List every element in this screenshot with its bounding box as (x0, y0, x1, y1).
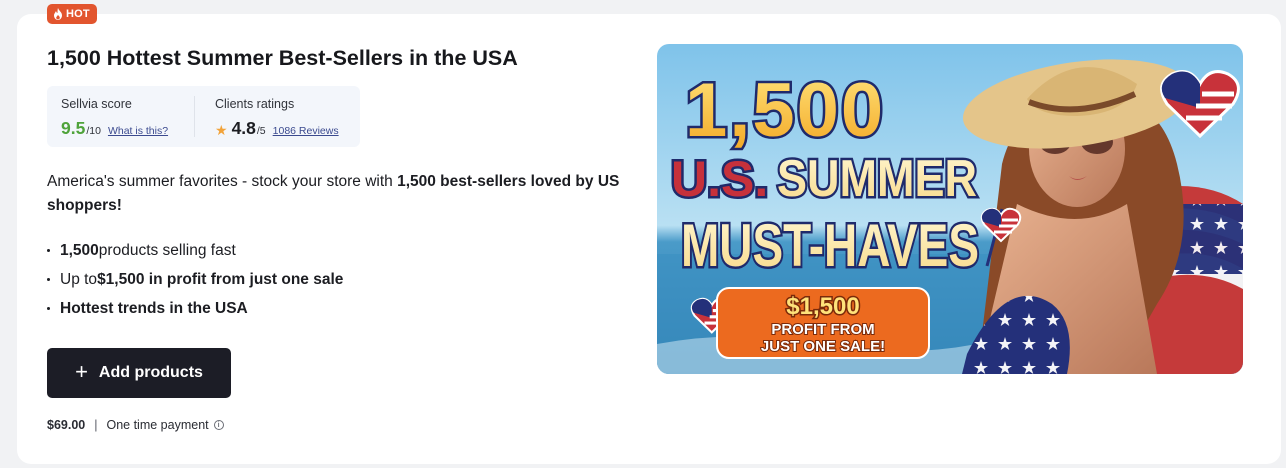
payment-type: One time payment (106, 418, 209, 432)
promo-headline-must-haves: MUST-HAVES (681, 212, 979, 279)
add-products-label: Add products (98, 364, 203, 381)
add-products-button[interactable]: + Add products (47, 348, 231, 398)
bullet-dot (47, 307, 50, 310)
bullet-bold: 1,500 (60, 242, 99, 259)
client-ratings: Clients ratings ★ 4.8 /5 1086 Reviews (195, 86, 339, 147)
price-separator: | (94, 418, 98, 432)
score-box: Sellvia score 9.5 /10 What is this? Clie… (47, 86, 360, 147)
product-title: 1,500 Hottest Summer Best-Sellers in the… (47, 46, 518, 70)
star-icon: ★ (215, 122, 228, 138)
plus-icon: + (75, 359, 88, 384)
fire-icon (54, 8, 62, 20)
sellvia-score-label: Sellvia score (61, 97, 132, 111)
product-description: America's summer favorites - stock your … (47, 170, 637, 218)
sellvia-score-denominator: /10 (86, 125, 101, 137)
info-icon[interactable]: i (213, 420, 224, 430)
ratings-denominator: /5 (256, 125, 266, 137)
pricing-row: $69.00 | One time payment i (47, 418, 224, 432)
ratings-value: 4.8 (231, 118, 256, 138)
bullet-dot (47, 249, 50, 252)
price: $69.00 (47, 418, 86, 432)
bullet-bold: $1,500 in profit from just one sale (97, 271, 344, 288)
reviews-link[interactable]: 1086 Reviews (273, 125, 339, 137)
promo-badge-amount: $1,500 (786, 293, 859, 320)
bullet-dot (47, 278, 50, 281)
list-item: Up to $1,500 in profit from just one sal… (47, 265, 343, 294)
sellvia-score: Sellvia score 9.5 /10 What is this? (47, 96, 195, 138)
bullet-bold: Hottest trends in the USA (60, 300, 248, 317)
bullet-text: Up to (60, 271, 98, 288)
promo-headline-us: U.S. (671, 151, 768, 207)
what-is-this-link[interactable]: What is this? (108, 125, 168, 137)
client-ratings-label: Clients ratings (215, 97, 295, 111)
promo-banner-graphic: 1,500 U.S. SUMMER MUST-HAVES $1,500 PROF… (657, 44, 1243, 374)
description-text: America's summer favorites - stock your … (47, 173, 398, 190)
promo-headline-summer: SUMMER (777, 150, 977, 208)
promo-badge-line-2: PROFIT FROM (771, 321, 874, 338)
sellvia-score-value: 9.5 (61, 118, 86, 138)
bullet-text: products selling fast (98, 242, 236, 259)
feature-list: 1,500 products selling fast Up to $1,500… (47, 236, 343, 323)
promo-badge-line-3: JUST ONE SALE! (761, 338, 885, 355)
list-item: 1,500 products selling fast (47, 236, 343, 265)
hot-badge: HOT (47, 4, 97, 24)
promo-image: 1,500 U.S. SUMMER MUST-HAVES $1,500 PROF… (657, 44, 1243, 374)
list-item: Hottest trends in the USA (47, 294, 343, 323)
hot-badge-label: HOT (66, 8, 90, 20)
promo-headline-number: 1,500 (685, 68, 885, 153)
